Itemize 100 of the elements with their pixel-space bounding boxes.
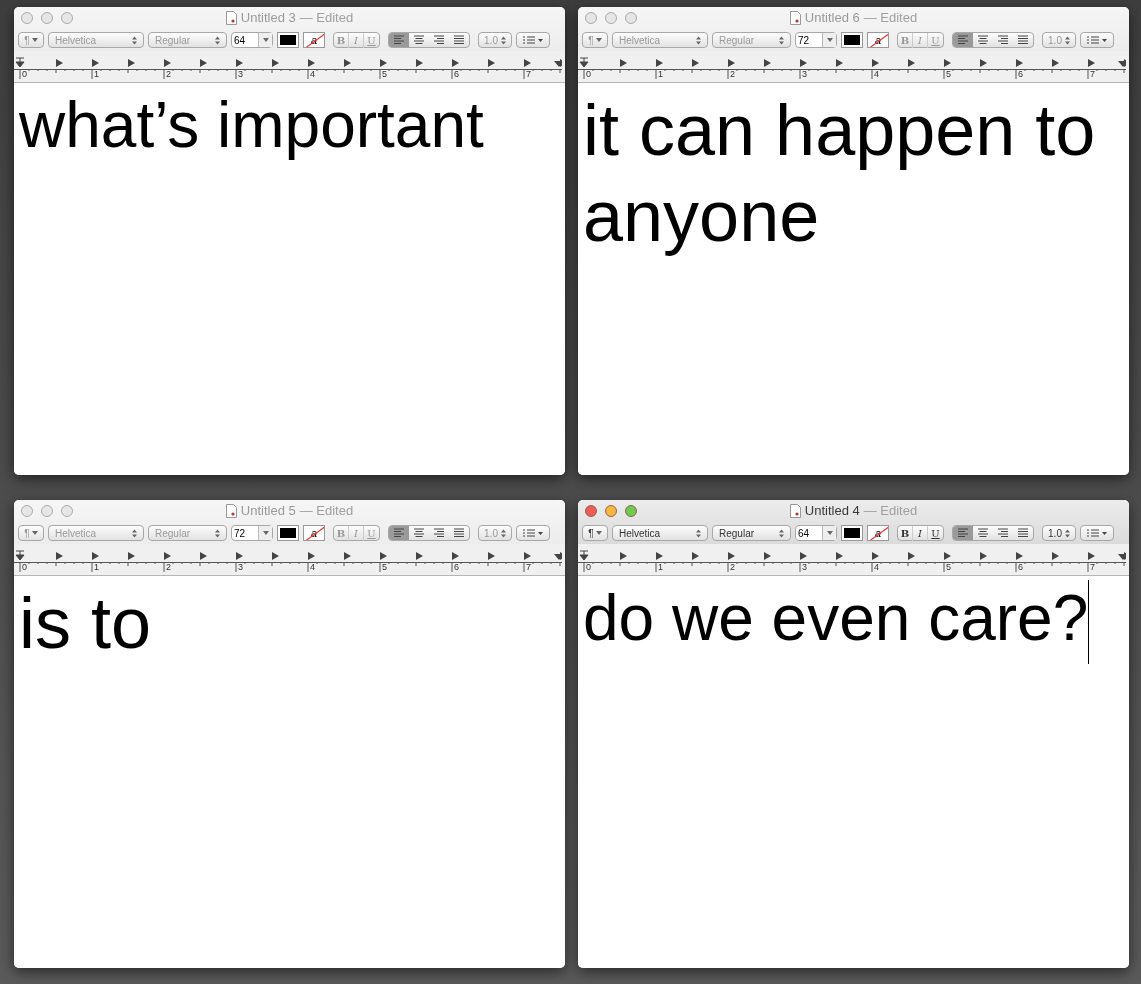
align-left-icon[interactable] (389, 526, 409, 540)
line-spacing-select[interactable]: 1.0 (478, 525, 512, 541)
ruler-number: 5 (382, 69, 387, 79)
line-spacing-select[interactable]: 1.0 (1042, 525, 1076, 541)
font-style-select[interactable]: Regular (712, 525, 791, 541)
bold-button[interactable]: B (898, 525, 913, 541)
ruler[interactable]: 0 1 2 3 4 5 6 7 (14, 544, 565, 576)
edited-status: — Edited (299, 502, 354, 521)
font-style-select[interactable]: Regular (712, 32, 791, 48)
ruler-number: 6 (1018, 69, 1023, 79)
ruler-number: 6 (454, 69, 459, 79)
document-icon (789, 11, 801, 25)
caret-icon (595, 38, 602, 42)
window-title: Untitled 5 (240, 502, 296, 521)
ruler-number: 1 (658, 562, 663, 572)
stepper-icon (696, 35, 701, 45)
align-left-icon[interactable] (953, 33, 973, 47)
stepper-icon (696, 528, 701, 538)
font-size-field[interactable]: 72 (795, 32, 837, 48)
bold-button[interactable]: B (334, 32, 349, 48)
text-color-well[interactable] (841, 525, 863, 541)
stepper-icon (500, 35, 506, 45)
ruler-number: 0 (586, 562, 591, 572)
ruler-number: 3 (238, 69, 243, 79)
ruler-number: 2 (730, 562, 735, 572)
ruler[interactable]: 0 1 2 3 4 5 6 7 (578, 51, 1129, 83)
list-icon (522, 35, 544, 45)
stepper-icon (779, 528, 784, 538)
text-color-well[interactable] (277, 32, 299, 48)
text-color-well[interactable] (277, 525, 299, 541)
list-button[interactable] (1080, 32, 1114, 48)
italic-button[interactable]: I (913, 525, 928, 541)
ruler-number: 7 (526, 562, 531, 572)
font-style-select[interactable]: Regular (148, 525, 227, 541)
paragraph-styles-button[interactable]: ¶ (18, 32, 44, 48)
caret-icon (262, 38, 269, 42)
ruler-number: 1 (658, 69, 663, 79)
zoom-icon[interactable] (625, 505, 637, 517)
ruler-number: 5 (382, 562, 387, 572)
font-family-select[interactable]: Helvetica (48, 32, 144, 48)
document-text: it can happen to anyone (583, 90, 1096, 257)
list-button[interactable] (516, 525, 550, 541)
underline-button[interactable]: U (364, 525, 379, 541)
bold-button[interactable]: B (898, 32, 913, 48)
ruler-number: 3 (802, 69, 807, 79)
paragraph-styles-button[interactable]: ¶ (582, 32, 608, 48)
ruler-number: 5 (946, 562, 951, 572)
ruler[interactable]: 0 1 2 3 4 5 6 7 (14, 51, 565, 83)
ruler-number: 7 (1090, 562, 1095, 572)
align-left-icon[interactable] (389, 33, 409, 47)
align-left-icon[interactable] (953, 526, 973, 540)
text-color-well[interactable] (841, 32, 863, 48)
ruler-number: 6 (454, 562, 459, 572)
ruler-number: 7 (526, 69, 531, 79)
stepper-icon (132, 35, 137, 45)
font-family-select[interactable]: Helvetica (612, 32, 708, 48)
list-icon (1086, 35, 1108, 45)
font-style-select[interactable]: Regular (148, 32, 227, 48)
caret-icon (31, 38, 38, 42)
ruler-number: 6 (1018, 562, 1023, 572)
list-icon (522, 528, 544, 538)
caret-icon (595, 531, 602, 535)
line-spacing-select[interactable]: 1.0 (478, 32, 512, 48)
list-button[interactable] (516, 32, 550, 48)
caret-icon (826, 531, 833, 535)
ruler-number: 7 (1090, 69, 1095, 79)
underline-button[interactable]: U (928, 525, 943, 541)
ruler[interactable]: 0 1 2 3 4 5 6 7 (578, 544, 1129, 576)
font-family-select[interactable]: Helvetica (612, 525, 708, 541)
italic-button[interactable]: I (349, 525, 364, 541)
list-button[interactable] (1080, 525, 1114, 541)
edited-status: — Edited (863, 9, 918, 28)
bold-button[interactable]: B (334, 525, 349, 541)
italic-button[interactable]: I (913, 32, 928, 48)
stepper-icon (1064, 35, 1070, 45)
ruler-number: 4 (874, 562, 879, 572)
line-spacing-select[interactable]: 1.0 (1042, 32, 1076, 48)
ruler-number: 5 (946, 69, 951, 79)
minimize-icon[interactable] (605, 505, 617, 517)
italic-button[interactable]: I (349, 32, 364, 48)
ruler-number: 1 (94, 562, 99, 572)
font-family-select[interactable]: Helvetica (48, 525, 144, 541)
stepper-icon (132, 528, 137, 538)
paragraph-styles-button[interactable]: ¶ (582, 525, 608, 541)
caret-icon (262, 531, 269, 535)
paragraph-styles-button[interactable]: ¶ (18, 525, 44, 541)
underline-button[interactable]: U (364, 32, 379, 48)
window-title: Untitled 4 (804, 502, 860, 521)
ruler-number: 0 (586, 69, 591, 79)
font-size-field[interactable]: 64 (231, 32, 273, 48)
ruler-number: 3 (802, 562, 807, 572)
edited-status: — Edited (299, 9, 354, 28)
underline-button[interactable]: U (928, 32, 943, 48)
close-icon[interactable] (585, 505, 597, 517)
font-size-field[interactable]: 72 (231, 525, 273, 541)
document-icon (225, 11, 237, 25)
font-size-field[interactable]: 64 (795, 525, 837, 541)
document-icon (789, 504, 801, 518)
ruler-number: 3 (238, 562, 243, 572)
edited-status: — Edited (863, 502, 918, 521)
